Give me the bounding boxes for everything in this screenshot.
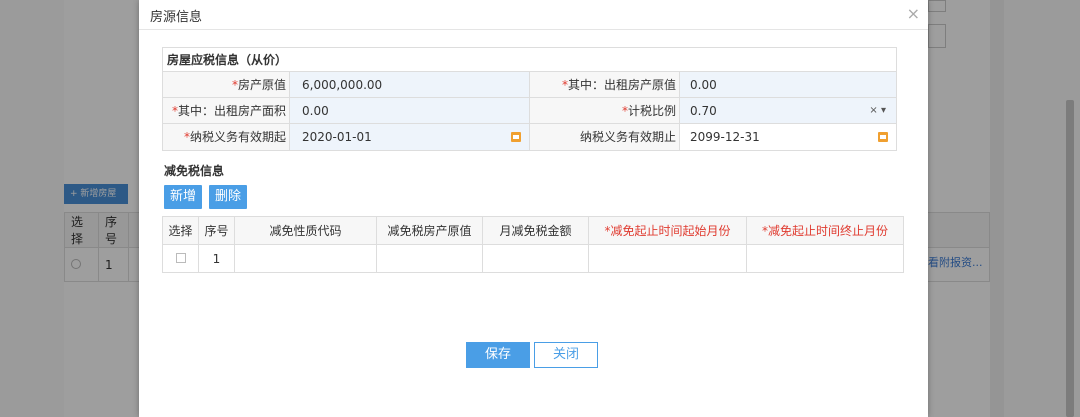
row-index: 1 bbox=[198, 244, 235, 273]
rented-area-label: 其中：出租房产面积 bbox=[177, 104, 286, 118]
clear-icon[interactable]: × bbox=[869, 105, 877, 116]
calendar-icon[interactable] bbox=[511, 132, 521, 142]
save-button[interactable]: 保存 bbox=[466, 342, 530, 368]
col-index: 序号 bbox=[198, 216, 235, 245]
obligation-start-label: 纳税义务有效期起 bbox=[189, 130, 286, 144]
relief-value-cell[interactable] bbox=[376, 244, 483, 273]
end-month-cell[interactable] bbox=[746, 244, 904, 273]
obligation-end-field[interactable]: 2099-12-31 bbox=[680, 124, 896, 150]
rented-area-field[interactable]: 0.00 bbox=[290, 98, 530, 123]
tax-ratio-select[interactable]: 0.70 × ▾ bbox=[680, 98, 896, 123]
obligation-start-field[interactable]: 2020-01-01 bbox=[290, 124, 530, 150]
col-monthly-amount: 月减免税金额 bbox=[482, 216, 589, 245]
original-value-label: 房产原值 bbox=[237, 78, 286, 92]
dialog-header: 房源信息 × bbox=[139, 0, 928, 30]
tax-ratio-label: 计税比例 bbox=[627, 104, 676, 118]
chevron-down-icon[interactable]: ▾ bbox=[881, 105, 886, 116]
dialog-title: 房源信息 bbox=[150, 10, 203, 25]
calendar-icon[interactable] bbox=[878, 132, 888, 142]
monthly-amount-cell[interactable] bbox=[482, 244, 589, 273]
taxable-info-title: 房屋应税信息（从价） bbox=[163, 48, 896, 72]
close-button[interactable]: 关闭 bbox=[534, 342, 598, 368]
tax-ratio-value: 0.70 bbox=[690, 104, 717, 118]
obligation-end-label: 纳税义务有效期止 bbox=[530, 124, 680, 150]
col-end-month: *减免起止时间终止月份 bbox=[746, 216, 904, 245]
rented-value-field[interactable]: 0.00 bbox=[680, 72, 896, 97]
rented-value-label: 其中：出租房产原值 bbox=[567, 78, 676, 92]
original-value-field[interactable]: 6,000,000.00 bbox=[290, 72, 530, 97]
col-select: 选择 bbox=[162, 216, 199, 245]
col-relief-code: 减免性质代码 bbox=[234, 216, 377, 245]
relief-code-cell[interactable] bbox=[234, 244, 377, 273]
start-month-cell[interactable] bbox=[588, 244, 747, 273]
delete-relief-button[interactable]: 删除 bbox=[209, 185, 248, 209]
col-start-month: *减免起止时间起始月份 bbox=[588, 216, 747, 245]
col-relief-value: 减免税房产原值 bbox=[376, 216, 483, 245]
taxable-info-panel: 房屋应税信息（从价） *房产原值 6,000,000.00 *其中：出租房产原值… bbox=[162, 47, 897, 151]
row-checkbox[interactable] bbox=[175, 252, 186, 263]
add-relief-button[interactable]: 新增 bbox=[164, 185, 203, 209]
relief-section-title: 减免税信息 bbox=[164, 164, 225, 178]
relief-table: 选择 序号 减免性质代码 减免税房产原值 月减免税金额 *减免起止时间起始月份 … bbox=[162, 216, 904, 273]
table-row: 1 bbox=[162, 244, 904, 273]
close-icon[interactable]: × bbox=[907, 4, 920, 23]
house-info-dialog: 房源信息 × 房屋应税信息（从价） *房产原值 6,000,000.00 *其中… bbox=[139, 0, 928, 417]
